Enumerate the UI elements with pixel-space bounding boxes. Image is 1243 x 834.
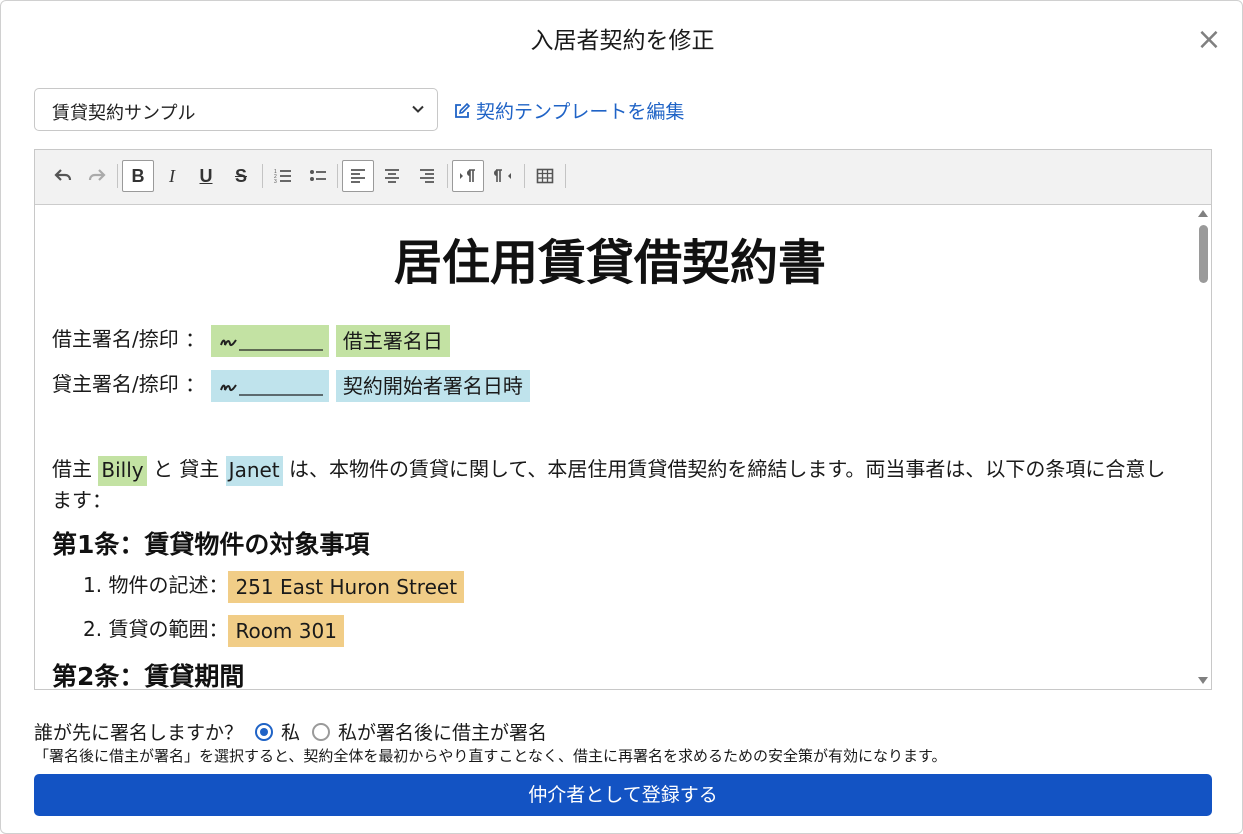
intro-text-3: は、本物件の賃貸に関して、本居住用賃貸借契約を締結します。両当事者は、以下の条項… bbox=[52, 457, 1166, 512]
landlord-name-field[interactable]: Janet bbox=[225, 455, 283, 486]
toolbar-divider bbox=[117, 164, 118, 188]
contract-editor: B I U S 123 居住用賃貸借契約書 借主署名/捺印 ： 借主署名日 貸主… bbox=[34, 149, 1212, 690]
radio-sign-first-me-label[interactable]: 私 bbox=[281, 718, 300, 745]
svg-text:3: 3 bbox=[274, 179, 277, 185]
align-right-icon[interactable] bbox=[411, 160, 443, 192]
toolbar-divider bbox=[262, 164, 263, 188]
radio-sign-tenant-after-label[interactable]: 私が署名後に借主が署名 bbox=[338, 718, 547, 745]
bold-button[interactable]: B bbox=[122, 160, 154, 192]
ltr-direction-icon[interactable] bbox=[452, 160, 484, 192]
rtl-direction-icon[interactable] bbox=[487, 160, 519, 192]
toolbar-divider bbox=[337, 164, 338, 188]
modal-title: 入居者契約を修正 bbox=[530, 28, 715, 54]
list-item: 1. 物件の記述： 251 East Huron Street bbox=[83, 569, 465, 603]
signing-order-note: 「署名後に借主が署名」を選択すると、契約全体を最初からやり直すことなく、借主に再… bbox=[34, 747, 947, 765]
scroll-up-arrow-icon[interactable] bbox=[1198, 210, 1208, 217]
toolbar-divider bbox=[565, 164, 566, 188]
landlord-signature-line: 貸主署名/捺印 ： 契約開始者署名日時 bbox=[52, 368, 530, 402]
scroll-down-arrow-icon[interactable] bbox=[1198, 677, 1208, 684]
document-title: 居住用賃貸借契約書 bbox=[393, 235, 826, 291]
property-description-label: 1. 物件の記述： bbox=[83, 573, 229, 597]
italic-label: I bbox=[169, 165, 175, 186]
tenant-name-field[interactable]: Billy bbox=[98, 455, 147, 486]
signature-icon bbox=[220, 383, 324, 396]
toolbar-divider bbox=[447, 164, 448, 188]
toolbar-divider bbox=[524, 164, 525, 188]
editor-scrollbar[interactable] bbox=[1195, 205, 1211, 689]
rental-scope-label: 2. 賃貸の範囲： bbox=[83, 617, 229, 641]
bold-label: B bbox=[131, 165, 145, 186]
intro-text-2: と 貸主 bbox=[152, 457, 220, 481]
editor-toolbar: B I U S 123 bbox=[35, 150, 1211, 205]
editor-content[interactable]: 居住用賃貸借契約書 借主署名/捺印 ： 借主署名日 貸主署名/捺印 ： 契約開始… bbox=[35, 205, 1195, 689]
chevron-down-icon bbox=[412, 105, 424, 113]
strikethrough-label: S bbox=[234, 165, 247, 186]
property-address-field[interactable]: 251 East Huron Street bbox=[228, 570, 465, 603]
undo-icon[interactable] bbox=[47, 160, 79, 192]
edit-tenant-contract-modal: 入居者契約を修正 × 賃貸契約サンプル 契約テンプレートを編集 B I U S … bbox=[0, 0, 1243, 834]
align-center-icon[interactable] bbox=[376, 160, 408, 192]
template-select[interactable]: 賃貸契約サンプル bbox=[34, 88, 438, 131]
tenant-sign-date-field[interactable]: 借主署名日 bbox=[335, 324, 450, 357]
list-item: 2. 賃貸の範囲： Room 301 bbox=[83, 613, 344, 647]
intro-text-1: 借主 bbox=[52, 457, 92, 481]
scrollbar-thumb[interactable] bbox=[1199, 225, 1208, 283]
edit-icon bbox=[455, 102, 471, 118]
tenant-sign-label: 借主署名/捺印 ： bbox=[52, 327, 206, 351]
register-as-agent-button[interactable]: 仲介者として登録する bbox=[34, 774, 1212, 816]
underline-button[interactable]: U bbox=[190, 160, 222, 192]
landlord-sign-label: 貸主署名/捺印 ： bbox=[52, 372, 206, 396]
close-icon[interactable]: × bbox=[1192, 23, 1226, 57]
edit-template-link[interactable]: 契約テンプレートを編集 bbox=[453, 97, 684, 124]
article1-heading: 第1条：賃貸物件の対象事項 bbox=[52, 530, 370, 559]
redo-icon[interactable] bbox=[81, 160, 113, 192]
intro-paragraph: 借主 Billy と 貸主 Janet は、本物件の賃貸に関して、本居住用賃貸借… bbox=[52, 455, 1182, 514]
rental-scope-field[interactable]: Room 301 bbox=[228, 614, 344, 647]
landlord-signature-field[interactable] bbox=[211, 369, 330, 402]
edit-template-label: 契約テンプレートを編集 bbox=[476, 101, 685, 123]
strikethrough-button[interactable]: S bbox=[225, 160, 257, 192]
radio-sign-tenant-after[interactable] bbox=[312, 722, 331, 741]
signing-order-row: 誰が先に署名しますか？ 私 私が署名後に借主が署名 bbox=[34, 718, 547, 745]
italic-button[interactable]: I bbox=[156, 160, 188, 192]
radio-sign-first-me[interactable] bbox=[255, 722, 274, 741]
bullet-list-icon[interactable] bbox=[302, 160, 334, 192]
underline-label: U bbox=[199, 165, 213, 186]
tenant-signature-field[interactable] bbox=[211, 324, 330, 357]
ordered-list-icon[interactable]: 123 bbox=[267, 160, 299, 192]
signing-order-question: 誰が先に署名しますか？ bbox=[34, 722, 244, 744]
landlord-sign-date-field[interactable]: 契約開始者署名日時 bbox=[335, 369, 530, 402]
article2-heading: 第2条：賃貸期間 bbox=[52, 662, 245, 689]
tenant-signature-line: 借主署名/捺印 ： 借主署名日 bbox=[52, 323, 450, 357]
align-left-icon[interactable] bbox=[342, 160, 374, 192]
template-select-value: 賃貸契約サンプル bbox=[52, 103, 196, 124]
table-icon[interactable] bbox=[529, 160, 561, 192]
signature-icon bbox=[220, 338, 324, 351]
